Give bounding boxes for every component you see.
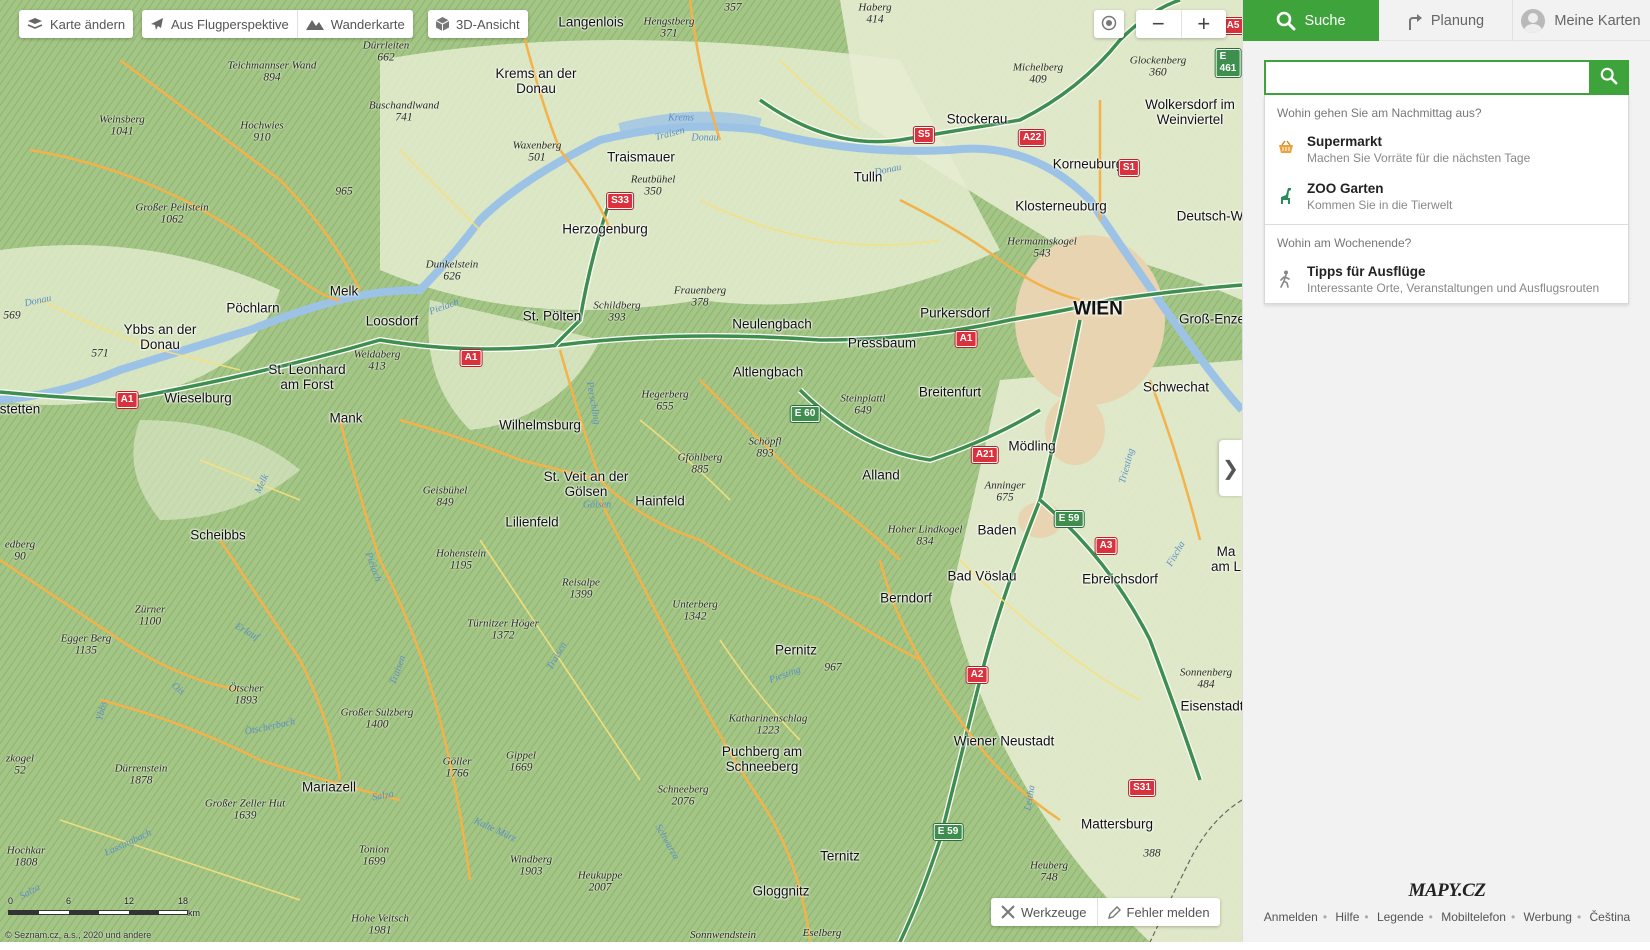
side-panel: Suche Planung Meine Karten Wohin gehen S… (1242, 0, 1650, 942)
footer-links: Anmelden • Hilfe • Legende • Mobiltelefon • … (1263, 910, 1631, 924)
user-avatar-icon (1521, 8, 1546, 33)
airplane-icon (150, 17, 164, 31)
mountain-icon (305, 18, 324, 30)
search-input[interactable] (1264, 60, 1589, 95)
search-suggestions: Wohin gehen Sie am Nachmittag aus? Super… (1264, 95, 1629, 304)
suggestion-group-title: Wohin gehen Sie am Nachmittag aus? (1277, 106, 1482, 120)
locate-me-button[interactable] (1094, 10, 1124, 38)
3d-view-button[interactable]: 3D-Ansicht (428, 10, 528, 38)
tools-button[interactable]: Werkzeuge (991, 898, 1097, 926)
hiker-icon (1277, 270, 1295, 288)
change-map-button[interactable]: Karte ändern (19, 10, 134, 38)
zoom-in-button[interactable]: + (1180, 10, 1227, 38)
hiking-map-button[interactable]: Wanderkarte (296, 10, 413, 38)
tools-icon (1001, 905, 1015, 919)
panel-tabs: Suche Planung Meine Karten (1243, 0, 1650, 41)
suggestion-trips[interactable]: Tipps für Ausflüge Interessante Orte, Ve… (1265, 256, 1628, 303)
footer-link-login[interactable]: Anmelden (1264, 910, 1318, 924)
search-box: Wohin gehen Sie am Nachmittag aus? Super… (1264, 60, 1629, 304)
tab-my-maps[interactable]: Meine Karten (1513, 0, 1649, 41)
locate-icon (1101, 15, 1117, 34)
footer-link-help[interactable]: Hilfe (1335, 910, 1359, 924)
report-error-button[interactable]: Fehler melden (1096, 898, 1220, 926)
map-copyright: © Seznam.cz, a.s., 2020 und andere (5, 930, 152, 940)
map-type-switcher[interactable]: Aus Flugperspektive Wanderkarte (142, 10, 413, 38)
panel-footer: MAPY.CZ Anmelden • Hilfe • Legende • Mobilt… (1243, 880, 1650, 924)
footer-link-legend[interactable]: Legende (1377, 910, 1424, 924)
tab-planning[interactable]: Planung (1379, 0, 1513, 41)
route-arrow-icon (1407, 12, 1423, 30)
pencil-icon (1107, 905, 1121, 919)
search-submit-button[interactable] (1589, 60, 1629, 95)
footer-link-language[interactable]: Čeština (1590, 910, 1631, 924)
search-icon (1276, 11, 1296, 31)
zoom-out-button[interactable]: − (1136, 10, 1181, 38)
search-icon (1600, 67, 1618, 88)
map-tools-bar: Werkzeuge Fehler melden (991, 898, 1220, 926)
basket-icon (1277, 140, 1295, 154)
tab-search[interactable]: Suche (1243, 0, 1379, 41)
map-canvas[interactable]: WIEN Langenlois Krems an der Donau Stock… (0, 0, 1242, 942)
suggestion-supermarket[interactable]: Supermarkt Machen Sie Vorräte für die nä… (1265, 126, 1628, 173)
collapse-panel-button[interactable]: ❯ (1219, 440, 1242, 496)
suggestion-group-title: Wohin am Wochenende? (1277, 236, 1412, 250)
footer-link-mobile[interactable]: Mobiltelefon (1441, 910, 1506, 924)
footer-link-ads[interactable]: Werbung (1523, 910, 1571, 924)
map-terrain (0, 0, 1242, 942)
cube-icon (436, 17, 449, 31)
mapy-cz-logo[interactable]: MAPY.CZ (1243, 880, 1650, 902)
giraffe-icon (1277, 187, 1295, 205)
map-scale: 0 6 12 18 km (8, 896, 200, 918)
suggestion-zoo[interactable]: ZOO Garten Kommen Sie in die Tierwelt (1265, 173, 1628, 220)
aerial-button[interactable]: Aus Flugperspektive (142, 10, 297, 38)
layers-icon (27, 18, 43, 30)
zoom-control: − + (1136, 10, 1226, 38)
